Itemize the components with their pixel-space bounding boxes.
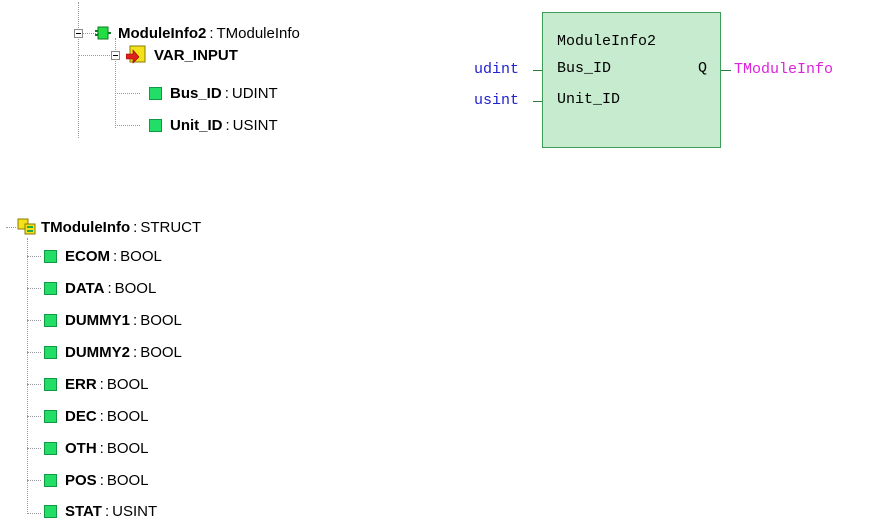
function-block-icon — [94, 25, 112, 41]
struct-field-row[interactable]: OTH : BOOL — [44, 438, 149, 458]
module-row[interactable]: ModuleInfo2 : TModuleInfo — [94, 23, 300, 43]
tree-line — [27, 320, 41, 321]
field-type: USINT — [112, 502, 158, 520]
tree-line — [27, 352, 41, 353]
tree-line — [27, 513, 41, 514]
tree-line — [115, 125, 140, 126]
input-row-bus-id[interactable]: Bus_ID : UDINT — [149, 83, 278, 103]
field-name: DEC — [65, 407, 97, 425]
field-name: STAT — [65, 502, 102, 520]
struct-field-row[interactable]: DUMMY1 : BOOL — [44, 310, 182, 330]
type-separator: : — [133, 311, 138, 329]
block-output-pin: Q — [698, 60, 708, 77]
tree-line — [78, 55, 110, 56]
output-type-label: TModuleInfo — [734, 61, 834, 78]
block-pin-unit-id: Unit_ID — [557, 91, 621, 108]
variable-icon — [44, 377, 57, 391]
type-separator: : — [99, 439, 104, 457]
type-separator: : — [107, 279, 112, 297]
var-input-label: VAR_INPUT — [154, 46, 238, 64]
variable-icon — [149, 118, 162, 132]
field-type: BOOL — [140, 311, 182, 329]
field-type: BOOL — [106, 471, 149, 489]
variable-icon — [44, 345, 57, 359]
tree-line — [27, 416, 41, 417]
field-name: DATA — [65, 279, 105, 297]
struct-icon — [17, 218, 37, 236]
var-input-icon — [125, 45, 146, 65]
type-separator: : — [99, 471, 104, 489]
tree-line — [27, 448, 41, 449]
field-type: BOOL — [120, 247, 162, 265]
tree-line — [6, 227, 16, 228]
type-separator: : — [99, 375, 104, 393]
input-name: Unit_ID — [170, 116, 223, 134]
collapse-toggle[interactable] — [74, 29, 83, 38]
variable-icon — [44, 473, 57, 487]
variable-icon — [44, 409, 57, 423]
struct-field-row[interactable]: DATA : BOOL — [44, 278, 156, 298]
block-title: ModuleInfo2 — [557, 33, 657, 50]
type-separator: : — [133, 343, 138, 361]
tree-line — [115, 93, 140, 94]
input-type-label: udint — [474, 61, 520, 78]
type-separator: : — [99, 407, 104, 425]
module-type: TModuleInfo — [216, 24, 300, 42]
input-type: USINT — [232, 116, 278, 134]
tree-line — [27, 288, 41, 289]
field-type: BOOL — [106, 407, 149, 425]
struct-field-row[interactable]: ERR : BOOL — [44, 374, 149, 394]
collapse-toggle[interactable] — [111, 51, 120, 60]
field-name: DUMMY1 — [65, 311, 131, 329]
module-name: ModuleInfo2 — [118, 24, 207, 42]
type-separator: : — [104, 502, 110, 520]
variable-icon — [44, 441, 57, 455]
block-pin-bus-id: Bus_ID — [557, 60, 612, 77]
struct-row[interactable]: TModuleInfo : STRUCT — [17, 217, 201, 237]
struct-field-row[interactable]: DUMMY2 : BOOL — [44, 342, 182, 362]
type-separator: : — [225, 116, 230, 134]
field-name: OTH — [65, 439, 97, 457]
tree-line — [27, 256, 41, 257]
type-separator: : — [133, 218, 138, 236]
variable-icon — [44, 313, 57, 327]
output-pin-line — [721, 70, 731, 71]
tree-line — [78, 2, 79, 138]
input-type: UDINT — [231, 84, 278, 102]
field-name: ERR — [65, 375, 97, 393]
struct-field-row[interactable]: ECOM : BOOL — [44, 246, 162, 266]
struct-field-row[interactable]: STAT : USINT — [44, 501, 157, 521]
field-type: BOOL — [106, 375, 149, 393]
field-name: ECOM — [65, 247, 110, 265]
struct-type: STRUCT — [140, 218, 202, 236]
function-block[interactable]: ModuleInfo2 Bus_ID Unit_ID Q — [542, 12, 721, 148]
variable-icon — [44, 249, 57, 263]
var-input-row[interactable]: VAR_INPUT — [125, 45, 238, 65]
field-name: DUMMY2 — [65, 343, 131, 361]
field-type: BOOL — [106, 439, 149, 457]
type-separator: : — [224, 84, 229, 102]
field-name: POS — [65, 471, 97, 489]
type-separator: : — [113, 247, 118, 265]
variable-icon — [44, 504, 57, 518]
type-separator: : — [209, 24, 214, 42]
input-row-unit-id[interactable]: Unit_ID : USINT — [149, 115, 278, 135]
variable-icon — [44, 281, 57, 295]
struct-name: TModuleInfo — [41, 218, 131, 236]
variable-icon — [149, 86, 162, 100]
field-type: BOOL — [140, 343, 182, 361]
tree-line — [27, 384, 41, 385]
tree-line — [27, 238, 28, 514]
struct-field-row[interactable]: POS : BOOL — [44, 470, 149, 490]
struct-field-row[interactable]: DEC : BOOL — [44, 406, 149, 426]
input-type-label: usint — [474, 92, 520, 109]
field-type: BOOL — [114, 279, 157, 297]
input-name: Bus_ID — [170, 84, 222, 102]
tree-line — [27, 480, 41, 481]
